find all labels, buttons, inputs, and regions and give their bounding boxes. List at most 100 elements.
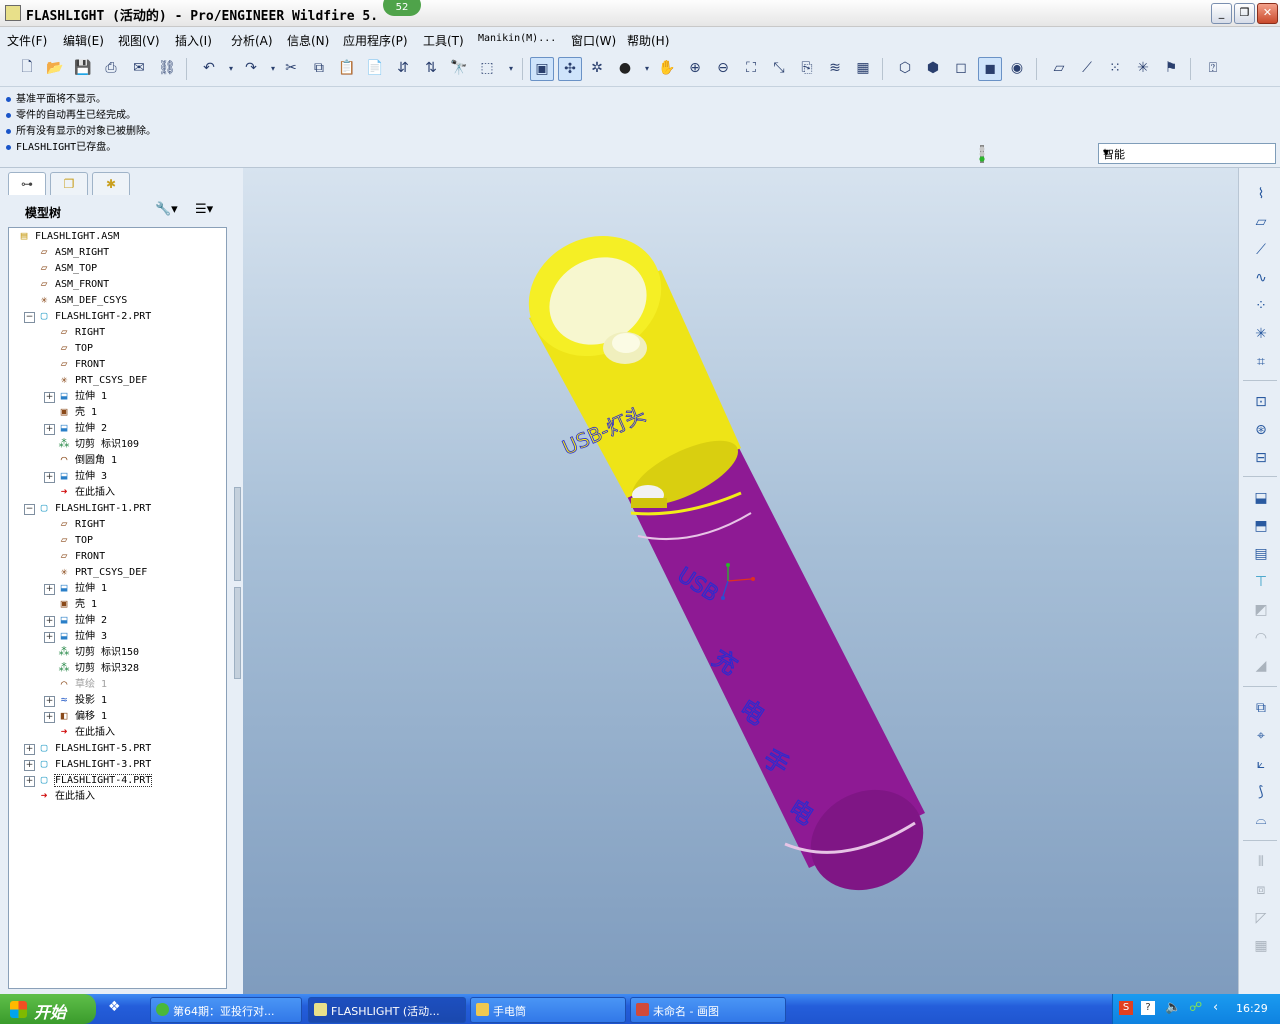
mirror-tool-icon[interactable]: ⫴ (1249, 850, 1273, 874)
tree-item[interactable]: ➜ 在此插入 (57, 725, 115, 741)
sketch-tool-icon[interactable]: ⌇ (1249, 182, 1273, 206)
tree-item[interactable]: ▱ ASM_RIGHT (37, 245, 110, 261)
point-tool-icon[interactable]: ⁘ (1249, 294, 1273, 318)
round-tool-icon[interactable]: ◠ (1249, 626, 1273, 650)
datum-axes-display-icon[interactable]: ⟋ (1076, 57, 1098, 79)
menu-insert[interactable]: 插入(I) (175, 32, 212, 49)
select-box-icon[interactable]: ⬚ (476, 57, 498, 79)
no-hidden-icon[interactable]: ◻ (950, 57, 972, 79)
enhanced-realism-icon[interactable]: ◉ (1006, 57, 1028, 79)
tree-item[interactable]: ⬓ 拉伸 1 (57, 581, 107, 597)
expand-icon[interactable]: + (44, 632, 55, 643)
draft-tool-icon[interactable]: ⟀ (1249, 752, 1273, 776)
save-icon[interactable]: 💾 (72, 57, 94, 79)
tree-item[interactable]: ▢ FLASHLIGHT-5.PRT (37, 741, 152, 757)
boundary-blend-icon[interactable]: ⟆ (1249, 780, 1273, 804)
tree-settings-icon[interactable]: 🔧▾ (155, 202, 178, 217)
favorites-tab[interactable]: ✱ (92, 172, 130, 195)
close-button[interactable]: ✕ (1257, 3, 1278, 24)
menu-view[interactable]: 视图(V) (118, 32, 160, 49)
tree-item[interactable]: ▢ FLASHLIGHT-4.PRT (37, 773, 153, 789)
menu-file[interactable]: 文件(F) (7, 32, 47, 49)
hidden-line-icon[interactable]: ⬢ (922, 57, 944, 79)
tree-item[interactable]: ✳ PRT_CSYS_DEF (57, 565, 148, 581)
copy-icon[interactable]: ⧉ (308, 57, 330, 79)
selection-filter-select[interactable]: 智能 ▼ (1098, 143, 1276, 164)
regenerate-manager-icon[interactable]: ⇅ (420, 57, 442, 79)
analysis-feature-icon[interactable]: ⌗ (1249, 350, 1273, 374)
style-tool-icon[interactable]: ⌓ (1249, 808, 1273, 832)
plane-tool-icon[interactable]: ▱ (1249, 210, 1273, 234)
tree-item[interactable]: ⬓ 拉伸 2 (57, 613, 107, 629)
tree-item[interactable]: ▱ RIGHT (57, 325, 105, 341)
appearance-icon[interactable]: ● (614, 57, 636, 79)
expand-icon[interactable]: + (44, 616, 55, 627)
merge-tool-icon[interactable]: ⧈ (1249, 878, 1273, 902)
tree-item[interactable]: ▱ FRONT (57, 357, 105, 373)
tree-item[interactable]: ▱ ASM_FRONT (37, 277, 110, 293)
flashlight-head[interactable] (508, 214, 746, 518)
expand-icon[interactable]: + (44, 392, 55, 403)
axis-tool-icon[interactable]: ⟋ (1249, 238, 1273, 262)
repaint-icon[interactable]: ▣ (530, 57, 554, 81)
tree-item[interactable]: ⌒ 草绘 1 (57, 677, 107, 693)
sweep-tool-icon[interactable]: ▤ (1249, 542, 1273, 566)
expand-icon[interactable]: + (24, 776, 35, 787)
tree-item[interactable]: ▱ TOP (57, 341, 93, 357)
tree-item[interactable]: ➜ 在此插入 (37, 789, 95, 805)
menu-manikin[interactable]: Manikin(M)... (478, 33, 556, 44)
app-icon[interactable] (5, 5, 21, 21)
regeneration-status-icon[interactable] (977, 145, 987, 163)
datum-planes-display-icon[interactable]: ▱ (1048, 57, 1070, 79)
regenerate-icon[interactable]: ⇵ (392, 57, 414, 79)
tree-item[interactable]: ✳ PRT_CSYS_DEF (57, 373, 148, 389)
tree-item[interactable]: ➜ 在此插入 (57, 485, 115, 501)
tree-item[interactable]: ▢ FLASHLIGHT-2.PRT (37, 309, 152, 325)
tree-columns-icon[interactable]: ☰▾ (195, 202, 213, 217)
extrude-tool-icon[interactable]: ⬓ (1249, 486, 1273, 510)
tree-item[interactable]: ✳ ASM_DEF_CSYS (37, 293, 128, 309)
network-icon[interactable]: ☍ (1189, 1000, 1202, 1015)
select-dropdown-icon[interactable]: ▾ (500, 57, 522, 79)
hole-tool-icon[interactable]: ⊤ (1249, 570, 1273, 594)
tree-item[interactable]: ▱ TOP (57, 533, 93, 549)
task-browser[interactable]: 第64期：亚投行对... (150, 997, 302, 1023)
trim-tool-icon[interactable]: ◸ (1249, 906, 1273, 930)
refit-icon[interactable]: ⛶ (740, 57, 762, 79)
saved-views-icon[interactable]: ⎘ (796, 57, 818, 79)
layers-icon[interactable]: ≋ (824, 57, 846, 79)
volume-icon[interactable]: 🔈 (1165, 1000, 1181, 1015)
zoom-out-icon[interactable]: ⊖ (712, 57, 734, 79)
datum-points-display-icon[interactable]: ⁙ (1104, 57, 1126, 79)
tree-item[interactable]: ▱ RIGHT (57, 517, 105, 533)
zoom-in-icon[interactable]: ⊕ (684, 57, 706, 79)
send-link-icon[interactable]: ⛓ (156, 57, 178, 79)
reorient-icon[interactable]: ⤡ (768, 57, 790, 79)
appearance-dropdown-icon[interactable]: ▾ (636, 57, 658, 79)
tree-item[interactable]: ◠ 倒圆角 1 (57, 453, 117, 469)
expand-icon[interactable]: + (44, 584, 55, 595)
menu-applications[interactable]: 应用程序(P) (343, 32, 408, 49)
orient-mode-icon[interactable]: ✲ (586, 57, 608, 79)
expand-icon[interactable]: + (44, 696, 55, 707)
tree-item[interactable]: ⬓ 拉伸 3 (57, 629, 107, 645)
shading-icon[interactable]: ◼ (978, 57, 1002, 81)
context-help-icon[interactable]: ⍰ (1202, 57, 1224, 79)
collapse-icon[interactable]: − (24, 504, 35, 515)
start-button[interactable]: 开始 (0, 994, 96, 1024)
help-tray-icon[interactable]: ? (1141, 1001, 1155, 1015)
csys-tool-icon[interactable]: ✳ (1249, 322, 1273, 346)
expand-icon[interactable]: + (24, 760, 35, 771)
collapse-icon[interactable]: − (24, 312, 35, 323)
shell-tool-icon[interactable]: ◩ (1249, 598, 1273, 622)
tree-item[interactable]: ≈ 投影 1 (57, 693, 107, 709)
task-proe[interactable]: FLASHLIGHT (活动... (308, 997, 466, 1023)
pattern-tool-icon[interactable]: ▦ (1249, 934, 1273, 958)
task-paint[interactable]: 未命名 - 画图 (630, 997, 786, 1023)
paste-icon[interactable]: 📋 (336, 57, 358, 79)
chamfer-tool-icon[interactable]: ◢ (1249, 654, 1273, 678)
tree-item[interactable]: ⬓ 拉伸 1 (57, 389, 107, 405)
tree-item[interactable]: ⬓ 拉伸 3 (57, 469, 107, 485)
view-manager-icon[interactable]: ▦ (852, 57, 874, 79)
menu-tools[interactable]: 工具(T) (423, 32, 464, 49)
